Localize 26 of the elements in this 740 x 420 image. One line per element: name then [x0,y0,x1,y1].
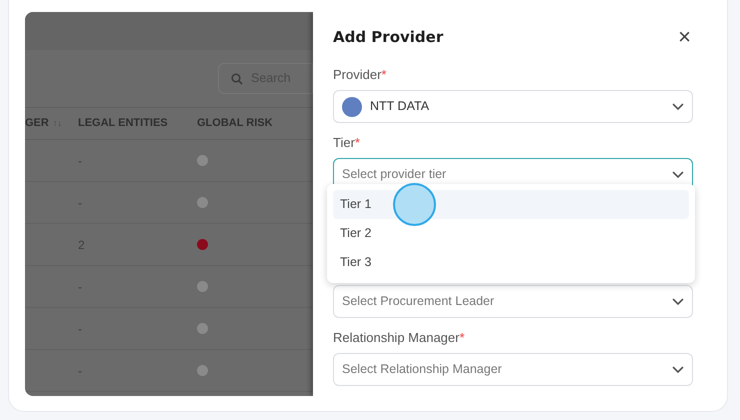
table-cell: - [78,322,82,336]
table-cell: - [78,280,82,294]
field-value: NTT DATA [370,98,430,116]
drawer-title: Add Provider [333,26,444,48]
field-placeholder: Select provider tier [342,166,448,184]
field-placeholder: Select Procurement Leader [342,293,496,310]
table-cell: - [78,364,82,378]
chevron-down-icon [672,170,684,178]
field-placeholder: Select Relationship Manager [342,361,503,378]
field-label: Relationship Manager* [333,330,466,346]
table-cell: - [78,196,82,210]
search-icon [231,72,243,84]
select-field[interactable]: Select Procurement Leader [333,285,693,318]
field-label: Provider* [333,67,388,83]
select-field[interactable]: NTT DATA [333,90,693,123]
column-header: GLOBAL RISK [197,116,273,132]
sort-icon: ↑↓ [52,116,62,130]
chevron-down-icon [672,102,684,110]
chevron-down-icon [672,366,684,374]
column-header: LEGAL ENTITIES [78,116,168,132]
chevron-down-icon [672,298,684,306]
field-label: Tier* [333,135,361,151]
column-header: GER [25,116,49,132]
select-field[interactable]: Select Relationship Manager [333,353,693,386]
table-cell: - [78,154,82,168]
close-button[interactable]: × [678,26,693,48]
